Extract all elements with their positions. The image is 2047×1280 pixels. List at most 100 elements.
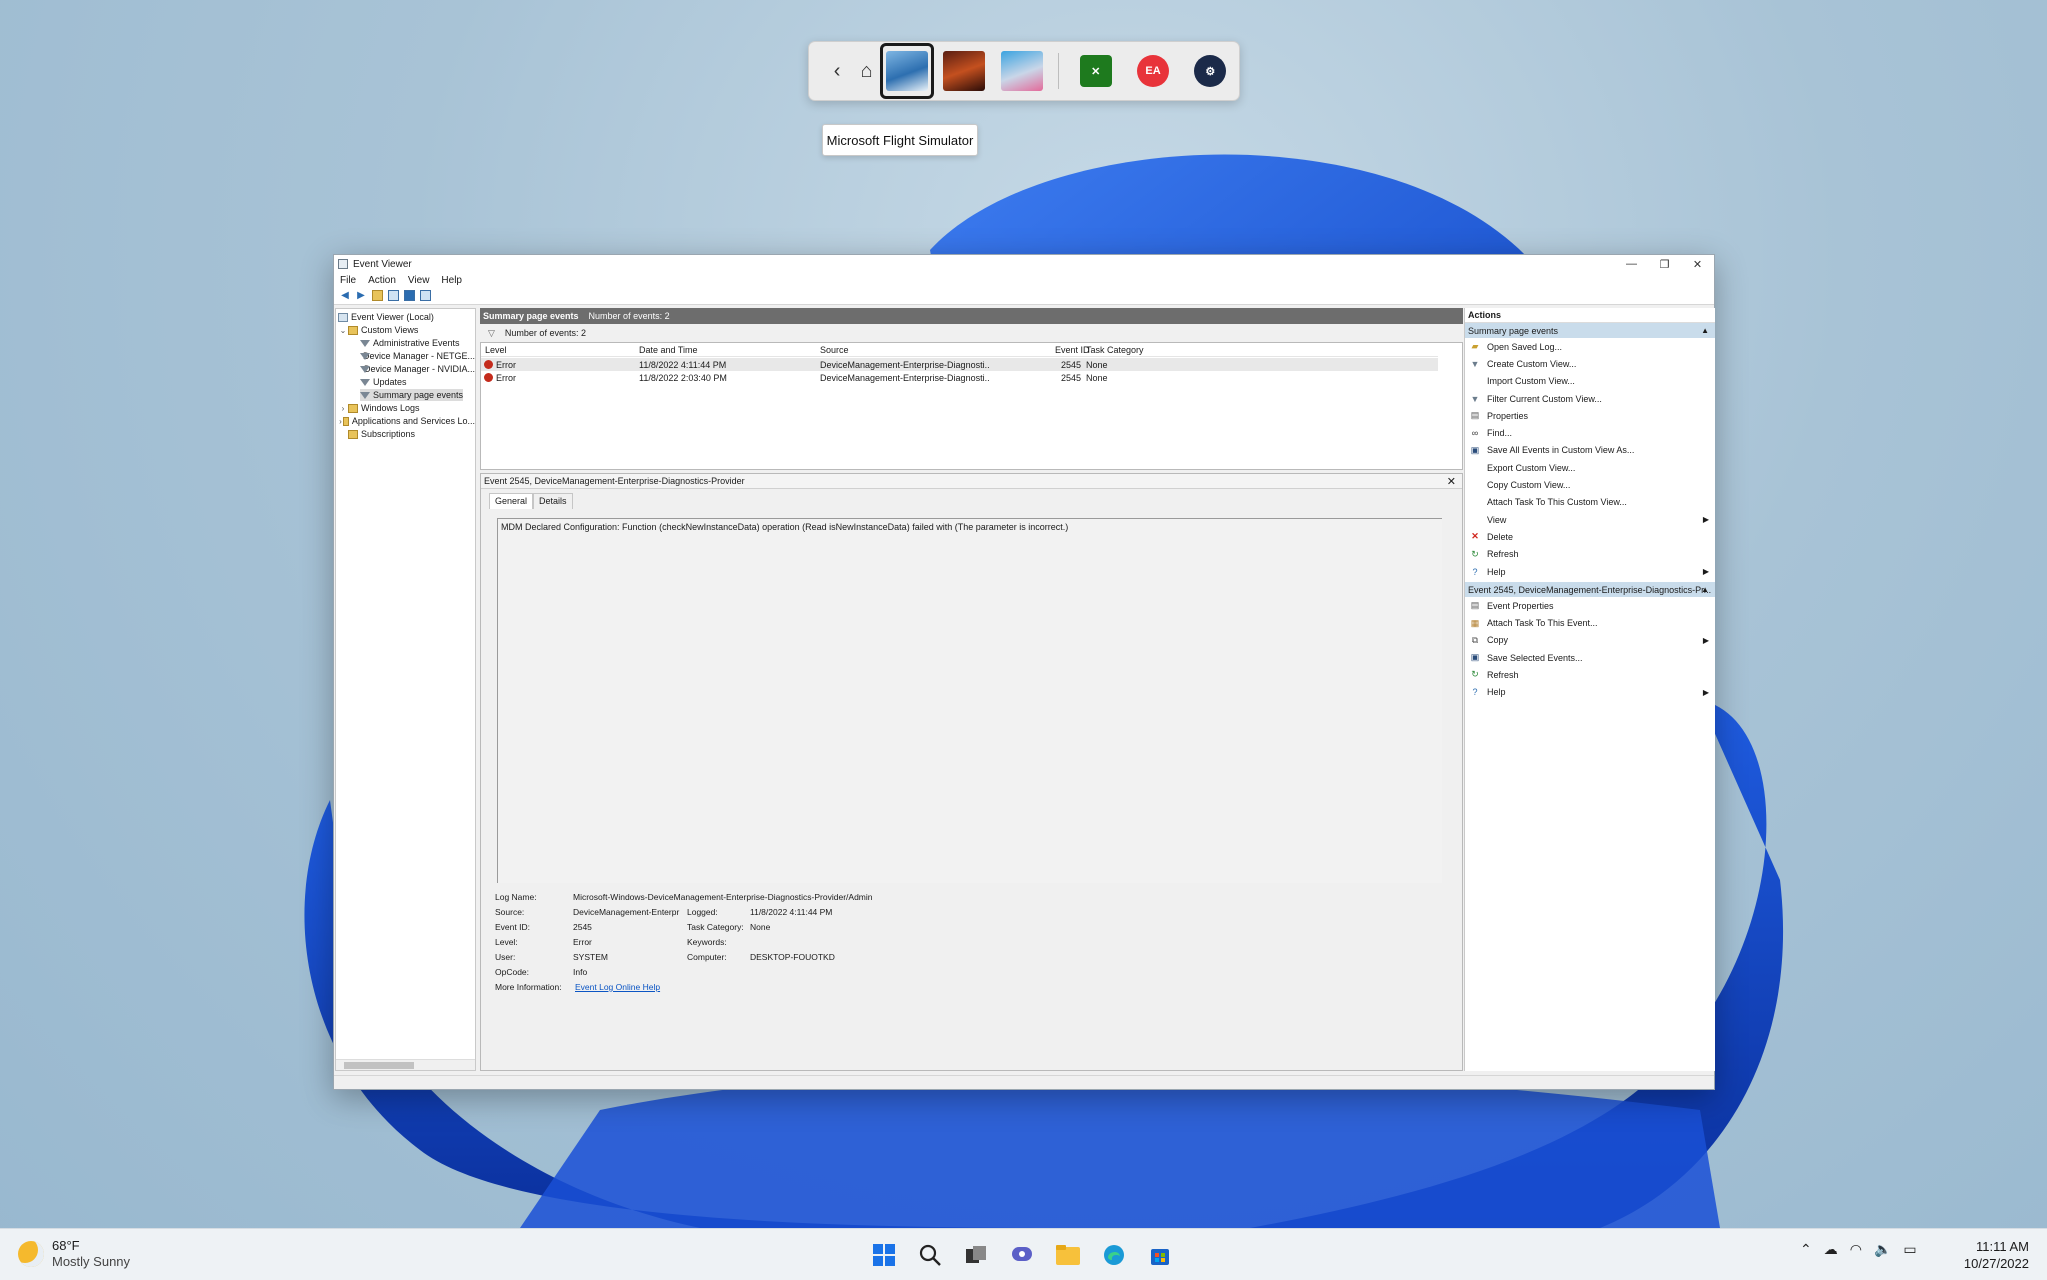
action-refresh-event[interactable]: ↻ Refresh <box>1465 666 1715 683</box>
back-icon[interactable]: ‹ <box>819 51 855 91</box>
action-view[interactable]: View ▶ <box>1465 511 1715 528</box>
game-tile[interactable] <box>938 43 991 99</box>
actions-section-event[interactable]: Event 2545, DeviceManagement-Enterprise-… <box>1465 582 1715 598</box>
task-view-icon[interactable] <box>958 1237 994 1273</box>
clock[interactable]: 11:11 AM 10/27/2022 <box>1964 1238 2029 1272</box>
restore-button[interactable]: ❐ <box>1648 255 1681 273</box>
tab-general[interactable]: General <box>489 493 534 509</box>
tree-item-administrative-events[interactable]: Administrative Events <box>360 337 460 349</box>
collapse-icon[interactable]: ⌄ <box>338 326 348 335</box>
help-icon[interactable] <box>402 289 416 303</box>
close-icon[interactable]: ✕ <box>1447 475 1456 488</box>
minimize-button[interactable]: — <box>1615 255 1648 273</box>
action-help[interactable]: ? Help ▶ <box>1465 563 1715 580</box>
table-row[interactable]: Error 11/8/2022 2:03:40 PM DeviceManagem… <box>481 371 1438 384</box>
column-source[interactable]: Source <box>820 345 849 355</box>
value-computer[interactable]: DESKTOP-FOUOTKD <box>750 952 835 962</box>
value-log-name[interactable]: Microsoft-Windows-DeviceManagement-Enter… <box>573 892 873 902</box>
chevron-up-icon[interactable]: ⌃ <box>1800 1241 1812 1258</box>
search-icon[interactable] <box>912 1237 948 1273</box>
up-folder-icon[interactable] <box>370 289 384 303</box>
scrollbar-thumb[interactable] <box>344 1062 414 1069</box>
value-event-id[interactable]: 2545 <box>573 922 592 932</box>
action-save-selected-events[interactable]: ▣ Save Selected Events... <box>1465 649 1715 666</box>
action-refresh[interactable]: ↻ Refresh <box>1465 546 1715 563</box>
xbox-tile[interactable]: ✕ <box>1069 43 1122 99</box>
action-copy[interactable]: ⧉ Copy ▶ <box>1465 632 1715 649</box>
action-attach-task-custom-view[interactable]: Attach Task To This Custom View... <box>1465 494 1715 511</box>
battery-icon[interactable]: ▭ <box>1903 1241 1916 1258</box>
tab-details[interactable]: Details <box>533 493 573 509</box>
error-icon <box>484 373 493 382</box>
action-event-properties[interactable]: ▤ Event Properties <box>1465 597 1715 614</box>
value-logged[interactable]: 11/8/2022 4:11:44 PM <box>750 907 832 917</box>
actions-section-summary[interactable]: Summary page events ▲ <box>1465 323 1715 338</box>
menu-help[interactable]: Help <box>435 275 468 286</box>
tree-horizontal-scrollbar[interactable] <box>336 1059 475 1070</box>
tree-item-custom-views[interactable]: ⌄ Custom Views <box>338 324 419 336</box>
blank-icon <box>1469 514 1481 526</box>
value-opcode[interactable]: Info <box>573 967 587 977</box>
close-button[interactable]: ✕ <box>1681 255 1714 273</box>
ea-tile[interactable]: EA <box>1126 43 1179 99</box>
chat-icon[interactable] <box>1004 1237 1040 1273</box>
column-level[interactable]: Level <box>485 345 507 355</box>
event-message[interactable]: MDM Declared Configuration: Function (ch… <box>497 518 1442 883</box>
tree-item-applications-and-services-logs[interactable]: › Applications and Services Lo... <box>338 415 475 427</box>
tree-item-summary-page-events[interactable]: Summary page events <box>360 389 464 401</box>
weather-widget[interactable]: 68°F Mostly Sunny <box>18 1238 130 1270</box>
tree-item-event-viewer-local[interactable]: Event Viewer (Local) <box>338 311 434 323</box>
action-find[interactable]: ∞ Find... <box>1465 424 1715 441</box>
action-open-saved-log[interactable]: ▰ Open Saved Log... <box>1465 338 1715 355</box>
menu-action[interactable]: Action <box>362 275 402 286</box>
value-level[interactable]: Error <box>573 937 592 947</box>
action-delete[interactable]: ✕ Delete <box>1465 528 1715 545</box>
collapse-icon[interactable]: ▲ <box>1701 585 1709 594</box>
value-task-category[interactable]: None <box>750 922 770 932</box>
menu-file[interactable]: File <box>334 275 362 286</box>
file-explorer-icon[interactable] <box>1050 1237 1086 1273</box>
action-copy-custom-view[interactable]: Copy Custom View... <box>1465 476 1715 493</box>
column-event-id[interactable]: Event ID <box>1055 345 1090 355</box>
action-filter-current-custom-view[interactable]: ▼ Filter Current Custom View... <box>1465 390 1715 407</box>
filter-icon: ▽ <box>488 327 495 338</box>
store-icon[interactable] <box>1142 1237 1178 1273</box>
edge-icon[interactable] <box>1096 1237 1132 1273</box>
action-attach-task-event[interactable]: ▦ Attach Task To This Event... <box>1465 614 1715 631</box>
start-icon[interactable] <box>866 1237 902 1273</box>
label-keywords: Keywords: <box>687 937 727 947</box>
menu-view[interactable]: View <box>402 275 436 286</box>
event-log-online-help-link[interactable]: Event Log Online Help <box>575 982 660 992</box>
volume-icon[interactable]: 🔈 <box>1874 1241 1891 1258</box>
tree-item-device-manager-nvidia[interactable]: Device Manager - NVIDIA... <box>360 363 475 375</box>
tree-item-device-manager-netgear[interactable]: Device Manager - NETGE... <box>360 350 475 362</box>
collapse-icon[interactable]: ▲ <box>1701 326 1709 335</box>
column-date-time[interactable]: Date and Time <box>639 345 698 355</box>
steam-tile[interactable]: ⚙ <box>1184 43 1237 99</box>
tree-item-updates[interactable]: Updates <box>360 376 407 388</box>
table-row[interactable]: Error 11/8/2022 4:11:44 PM DeviceManagem… <box>481 358 1438 371</box>
flight-simulator-tile[interactable] <box>880 43 934 99</box>
show-hide-tree-icon[interactable] <box>386 289 400 303</box>
forward-arrow-icon[interactable]: ▶ <box>354 289 368 303</box>
back-arrow-icon[interactable]: ◀ <box>338 289 352 303</box>
onedrive-icon[interactable]: ☁ <box>1824 1241 1838 1258</box>
action-export-custom-view[interactable]: Export Custom View... <box>1465 459 1715 476</box>
action-properties[interactable]: ▤ Properties <box>1465 407 1715 424</box>
tree-item-windows-logs[interactable]: › Windows Logs <box>338 402 420 414</box>
filter-icon <box>360 339 370 348</box>
action-save-all-events[interactable]: ▣ Save All Events in Custom View As... <box>1465 442 1715 459</box>
column-task-category[interactable]: Task Category <box>1086 345 1144 355</box>
show-hide-action-pane-icon[interactable] <box>418 289 432 303</box>
action-create-custom-view[interactable]: ▼ Create Custom View... <box>1465 355 1715 372</box>
actions-pane: Actions Summary page events ▲ ▰ Open Saved… <box>1464 308 1715 1071</box>
action-import-custom-view[interactable]: Import Custom View... <box>1465 373 1715 390</box>
value-user[interactable]: SYSTEM <box>573 952 608 962</box>
action-help-event[interactable]: ? Help ▶ <box>1465 684 1715 701</box>
home-icon[interactable]: ⌂ <box>855 51 878 91</box>
value-source[interactable]: DeviceManagement-Enterpr <box>573 907 679 917</box>
wifi-icon[interactable]: ◠ <box>1850 1241 1862 1258</box>
expand-icon[interactable]: › <box>338 404 348 413</box>
tree-item-subscriptions[interactable]: Subscriptions <box>348 428 415 440</box>
forza-tile[interactable] <box>995 43 1048 99</box>
